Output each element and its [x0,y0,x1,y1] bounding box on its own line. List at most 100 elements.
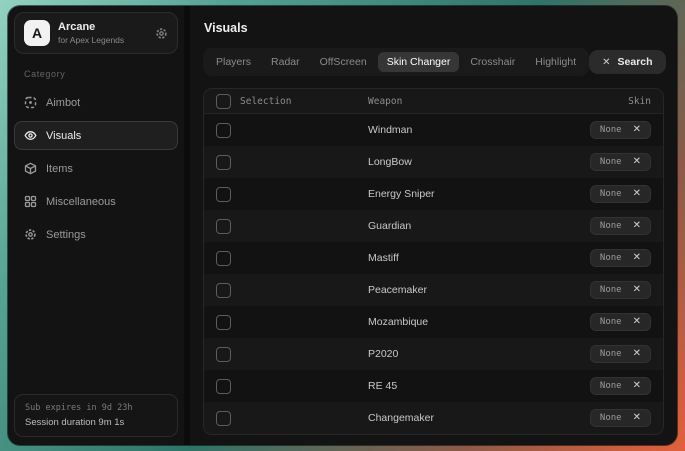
row-checkbox[interactable] [216,187,231,202]
column-selection: Selection [240,96,291,107]
skin-value: None [600,381,622,391]
sidebar-item-label: Visuals [46,130,81,142]
skin-selector[interactable]: None ✕ [590,409,651,427]
search-button[interactable]: ✕ Search [589,50,665,74]
weapon-name: Changemaker [368,412,531,424]
session-duration-text: Session duration 9m 1s [25,417,167,428]
skin-value: None [600,349,622,359]
tab-players[interactable]: Players [207,52,260,72]
clear-skin-icon[interactable]: ✕ [633,285,641,295]
weapon-name: Mozambique [368,316,531,328]
row-checkbox[interactable] [216,251,231,266]
sidebar-item-visuals[interactable]: Visuals [14,121,178,150]
subscription-card: Sub expires in 9d 23h Session duration 9… [14,394,178,437]
sidebar-item-aimbot[interactable]: Aimbot [14,88,178,117]
select-all-checkbox[interactable] [216,94,231,109]
eye-icon [24,129,37,142]
search-label: Search [618,56,653,68]
sidebar-item-miscellaneous[interactable]: Miscellaneous [14,187,178,216]
gear-icon [24,228,37,241]
row-checkbox[interactable] [216,379,231,394]
table-row: LongBow None✕ [204,146,663,178]
skin-value: None [600,253,622,263]
clear-skin-icon[interactable]: ✕ [633,413,641,423]
toolbar: PlayersRadarOffScreenSkin ChangerCrossha… [203,48,664,76]
weapon-name: Energy Sniper [368,188,531,200]
sidebar: A Arcane for Apex Legends Category Aimbo… [8,6,184,445]
tab-crosshair[interactable]: Crosshair [461,52,524,72]
skin-selector[interactable]: None✕ [590,153,651,171]
skin-table: Selection Weapon Skin WindmanNone✕LongBo… [203,88,664,435]
table-row: Guardian None ✕ [204,210,663,242]
clear-skin-icon[interactable]: ✕ [633,253,641,263]
tab-radar[interactable]: Radar [262,52,309,72]
skin-selector[interactable]: None ✕ [590,377,651,395]
clear-skin-icon[interactable]: ✕ [633,221,641,231]
skin-selector[interactable]: None ✕ [590,345,651,363]
app-window: A Arcane for Apex Legends Category Aimbo… [8,6,677,445]
tab-offscreen[interactable]: OffScreen [311,52,376,72]
table-row: Energy Sniper None ✕ [204,178,663,210]
table-row: P2020 None ✕ [204,338,663,370]
table-header: Selection Weapon Skin [204,89,663,114]
clear-skin-icon[interactable]: ✕ [633,317,641,327]
skin-value: None [600,189,622,199]
table-row: Changemaker None ✕ [204,402,663,434]
category-label: Category [24,69,168,79]
skin-selector[interactable]: None ✕ [590,185,651,203]
row-checkbox[interactable] [216,411,231,426]
sidebar-item-label: Miscellaneous [46,196,116,208]
skin-value: None [600,413,622,423]
app-name: Arcane [58,21,124,35]
weapon-name: P2020 [368,348,531,360]
clear-skin-icon[interactable]: ✕ [633,381,641,391]
skin-selector[interactable]: None ✕ [590,121,651,139]
sidebar-item-settings[interactable]: Settings [14,220,178,249]
skin-selector[interactable]: None ✕ [590,281,651,299]
app-logo: A [24,20,50,46]
weapon-name: RE 45 [368,380,531,392]
column-skin: Skin [531,96,651,107]
sub-expires-text: Sub expires in 9d 23h [25,403,167,413]
tab-bar: PlayersRadarOffScreenSkin ChangerCrossha… [203,48,589,76]
tab-skin-changer[interactable]: Skin Changer [378,52,460,72]
skin-value: None [600,317,622,327]
tab-highlight[interactable]: Highlight [526,52,585,72]
weapon-name: Mastiff [368,252,531,264]
app-header-card: A Arcane for Apex Legends [14,12,178,54]
clear-skin-icon[interactable]: ✕ [633,125,641,135]
weapon-name: Guardian [368,220,531,232]
table-row: Mastiff None ✕ [204,242,663,274]
row-checkbox[interactable] [216,347,231,362]
sidebar-item-label: Aimbot [46,97,80,109]
table-body: WindmanNone✕LongBowNone✕Energy SniperNon… [204,114,663,434]
row-checkbox[interactable] [216,283,231,298]
table-row: Windman None ✕ [204,114,663,146]
sidebar-nav: Aimbot Visuals Items Miscellaneous Settings [14,86,178,251]
page-title: Visuals [204,21,664,35]
clear-skin-icon[interactable]: ✕ [633,157,641,167]
skin-selector[interactable]: None ✕ [590,313,651,331]
skin-selector[interactable]: None ✕ [590,249,651,267]
skin-selector[interactable]: None ✕ [590,217,651,235]
main-panel: Visuals PlayersRadarOffScreenSkin Change… [190,6,677,445]
skin-value: None [600,221,622,231]
app-subtitle: for Apex Legends [58,35,124,46]
table-row: PeacemakerNone✕ [204,274,663,306]
sidebar-item-items[interactable]: Items [14,154,178,183]
weapon-name: LongBow [368,156,531,168]
skin-value: None [600,285,622,295]
row-checkbox[interactable] [216,315,231,330]
gear-icon[interactable] [155,27,168,40]
search-x-icon: ✕ [602,57,610,68]
row-checkbox[interactable] [216,219,231,234]
sidebar-item-label: Items [46,163,73,175]
clear-skin-icon[interactable]: ✕ [633,349,641,359]
row-checkbox[interactable] [216,123,231,138]
box-icon [24,162,37,175]
weapon-name: Windman [368,124,531,136]
skin-value: None [600,125,622,135]
clear-skin-icon[interactable]: ✕ [633,189,641,199]
row-checkbox[interactable] [216,155,231,170]
table-row: RE 45 None ✕ [204,370,663,402]
